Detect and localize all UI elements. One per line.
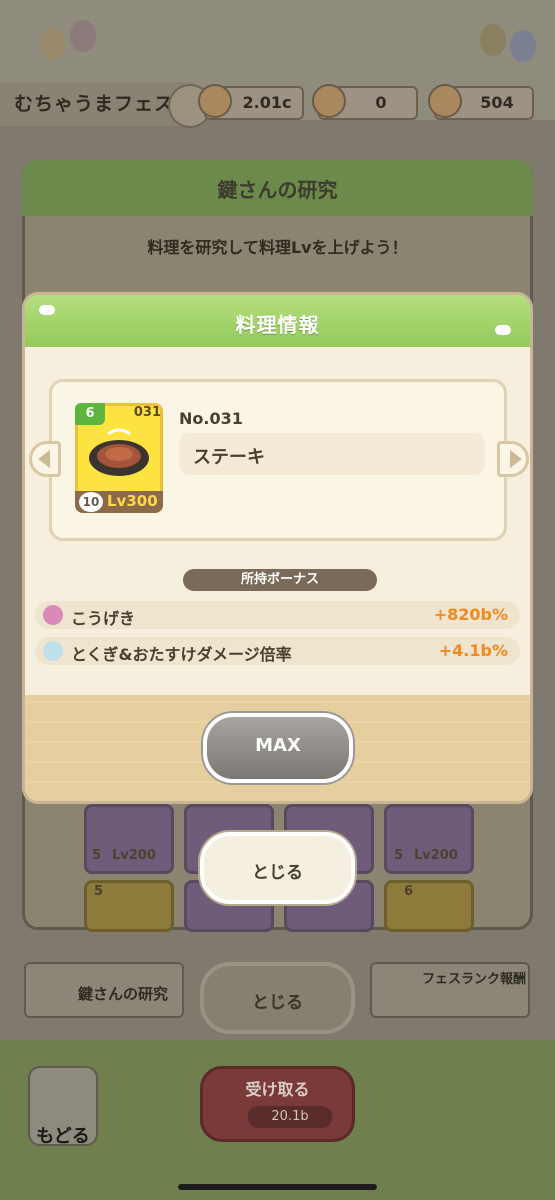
- currency-coins: 2.01c: [198, 84, 304, 120]
- attack-icon: [43, 605, 63, 625]
- tab-research[interactable]: 鍵さんの研究: [24, 962, 184, 1018]
- special-damage-icon: [43, 641, 63, 661]
- close-button-label: とじる: [252, 863, 303, 883]
- card-level: Lv200: [414, 848, 458, 863]
- currency-value: 2.01c: [242, 93, 292, 112]
- currency-candy: 0: [312, 84, 418, 120]
- balloon-decoration: [70, 20, 96, 52]
- bonus-value: +4.1b%: [438, 641, 508, 660]
- max-button-label: MAX: [255, 735, 301, 756]
- currency-value: 0: [375, 93, 387, 112]
- research-panel-title: 鍵さんの研究: [217, 178, 338, 202]
- tab-fest-rank[interactable]: フェスランク報酬: [370, 962, 530, 1018]
- food-number-small: 031: [133, 405, 161, 420]
- card-level: Lv200: [112, 848, 156, 863]
- food-card[interactable]: [384, 880, 474, 932]
- balloon-decoration: [480, 24, 506, 56]
- close-button-background-label: とじる: [252, 993, 303, 1013]
- chevron-right-icon: [510, 450, 522, 468]
- bonus-value: +820b%: [433, 605, 508, 624]
- bonus-label: とくぎ&おたすけダメージ倍率: [71, 645, 292, 664]
- bonus-row: こうげき +820b%: [35, 601, 520, 629]
- chevron-left-icon: [38, 450, 50, 468]
- chef-candy-icon: [312, 84, 346, 118]
- tab-fest-rank-label: フェスランク報酬: [422, 972, 527, 987]
- food-number: No.031: [179, 409, 243, 428]
- card-level-badge: 5: [92, 848, 102, 863]
- home-indicator: [178, 1184, 377, 1190]
- food-name: ステーキ: [193, 447, 265, 468]
- receive-button-label: 受け取る: [245, 1080, 310, 1099]
- food-count: 10: [79, 492, 103, 512]
- receive-cost: 20.1b: [248, 1106, 332, 1128]
- bonus-section-title: 所持ボーナス: [183, 569, 377, 591]
- balloon-decoration: [510, 30, 536, 62]
- balloon-decoration: [40, 28, 66, 60]
- food-info-dialog: 料理情報 6 031 10 Lv300 No.031 ステーキ 所持ボーナス こ…: [22, 292, 533, 804]
- dialog-title: 料理情報: [235, 313, 320, 337]
- bonus-label: こうげき: [71, 609, 136, 628]
- food-card[interactable]: [384, 804, 474, 874]
- bonus-row: とくぎ&おたすけダメージ倍率 +4.1b%: [35, 637, 520, 665]
- food-card[interactable]: [84, 804, 174, 874]
- tab-research-label: 鍵さんの研究: [78, 985, 169, 1003]
- next-arrow-button[interactable]: [497, 441, 529, 477]
- currency-lollipop: 504: [428, 84, 534, 120]
- currency-value: 504: [480, 93, 514, 112]
- back-button-label: もどる: [36, 1126, 90, 1147]
- card-stars: 6: [404, 884, 414, 899]
- research-panel-subtitle: 料理を研究して料理Lvを上げよう！: [147, 238, 408, 257]
- food-level: Lv300: [107, 492, 158, 510]
- card-stars: 5: [94, 884, 104, 899]
- lollipop-icon: [428, 84, 462, 118]
- star-badge: 6: [75, 403, 105, 425]
- previous-arrow-button[interactable]: [29, 441, 61, 477]
- chef-coin-icon: [198, 84, 232, 118]
- card-level-badge: 5: [394, 848, 404, 863]
